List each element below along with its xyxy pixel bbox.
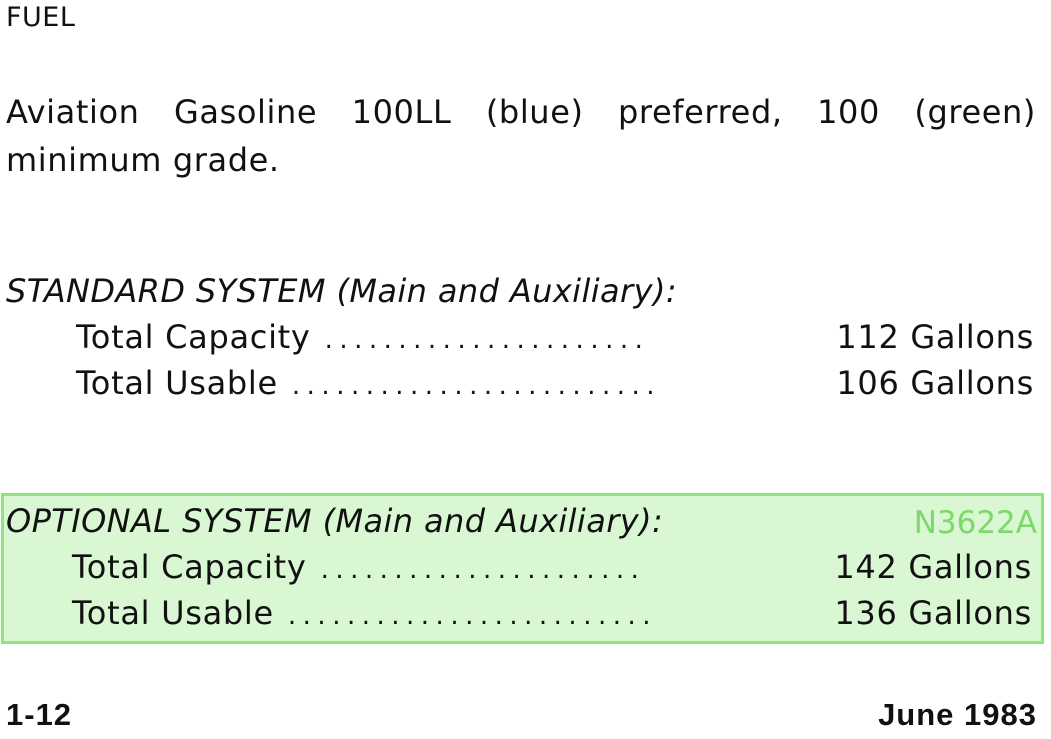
row-value: 136 Gallons	[834, 594, 1032, 632]
standard-capacity-row: Total Capacity ...................... 11…	[76, 318, 1034, 364]
row-value: 142 Gallons	[834, 548, 1032, 586]
dot-leader: .........................	[291, 371, 662, 401]
row-label: Total Usable	[76, 364, 278, 402]
standard-system-title: STANDARD SYSTEM (Main and Auxiliary):	[6, 272, 678, 310]
optional-usable-row: Total Usable ......................... 1…	[72, 594, 1032, 640]
row-label: Total Capacity	[76, 318, 311, 356]
row-label: Total Usable	[72, 594, 274, 632]
page-number: 1-12	[6, 697, 73, 732]
fuel-grade-paragraph: Aviation Gasoline 100LL (blue) preferred…	[6, 93, 1036, 179]
row-value: 106 Gallons	[836, 364, 1034, 402]
dot-leader: .........................	[287, 601, 658, 631]
aircraft-registration-tag: N3622A	[913, 505, 1037, 541]
optional-capacity-row: Total Capacity ...................... 14…	[72, 548, 1032, 594]
row-label: Total Capacity	[72, 548, 307, 586]
standard-usable-row: Total Usable ......................... 1…	[76, 364, 1034, 410]
section-heading: FUEL	[6, 2, 76, 33]
optional-system-title: OPTIONAL SYSTEM (Main and Auxiliary):	[6, 502, 664, 540]
dot-leader: ......................	[320, 555, 646, 585]
publication-date: June 1983	[878, 697, 1037, 732]
dot-leader: ......................	[324, 325, 650, 355]
row-value: 112 Gallons	[836, 318, 1034, 356]
